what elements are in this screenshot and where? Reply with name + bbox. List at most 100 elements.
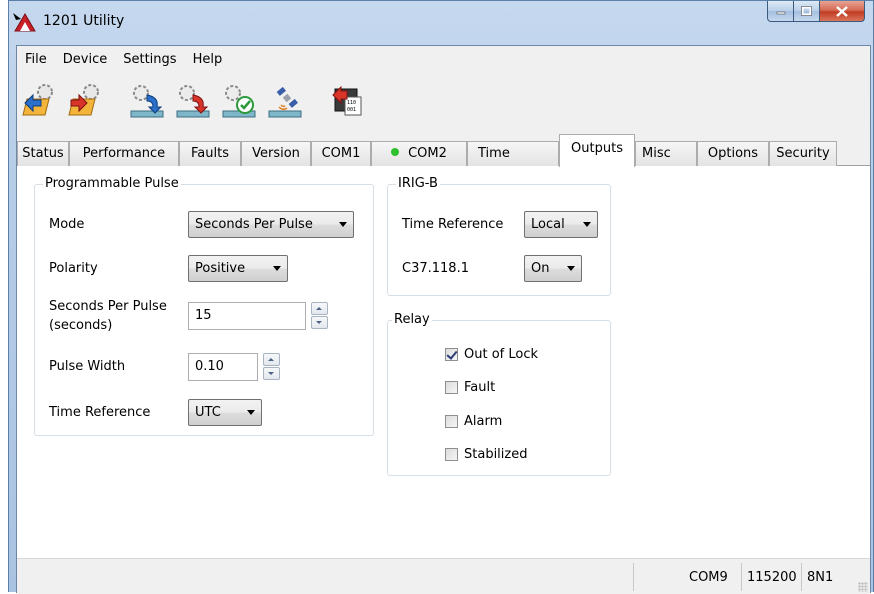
tab-version[interactable]: Version — [241, 141, 311, 166]
minimize-icon — [776, 11, 785, 15]
gear-download-icon — [176, 85, 210, 118]
tab-label: Faults — [191, 146, 229, 161]
tab-faults[interactable]: Faults — [179, 141, 241, 166]
c37-label: C37.118.1 — [402, 261, 469, 276]
pulse-width-input[interactable]: 0.10 — [188, 353, 258, 381]
spin-down-icon[interactable] — [311, 316, 328, 329]
connection-indicator-icon — [391, 148, 400, 156]
satellite-button[interactable] — [263, 79, 307, 123]
menu-settings[interactable]: Settings — [115, 50, 184, 70]
pulse-width-label: Pulse Width — [49, 359, 126, 374]
chevron-down-icon — [273, 266, 281, 271]
checkbox-icon — [445, 415, 458, 428]
irig-time-reference-value: Local — [531, 217, 565, 232]
minimize-button[interactable] — [767, 1, 794, 22]
c37-select[interactable]: On — [524, 255, 582, 282]
tab-label: Version — [252, 146, 300, 161]
app-window: 1201 Utility File Device Settings Help 1… — [8, 0, 874, 594]
maximize-icon — [801, 6, 812, 16]
firmware-button[interactable]: 110 001 — [325, 79, 369, 123]
save-config-button[interactable] — [63, 79, 107, 123]
checkbox-label: Stabilized — [464, 447, 528, 462]
seconds-per-pulse-stepper[interactable] — [311, 302, 328, 330]
status-port: COM9 — [689, 570, 728, 585]
pulse-width-stepper[interactable] — [263, 353, 280, 381]
tab-label: COM1 — [321, 146, 361, 161]
tab-time[interactable]: Time — [467, 141, 559, 166]
resize-grip-icon[interactable] — [858, 582, 868, 592]
seconds-per-pulse-label: Seconds Per Pulse — [49, 299, 167, 314]
group-title: IRIG-B — [396, 176, 440, 192]
spin-down-icon[interactable] — [263, 367, 280, 380]
time-reference-select[interactable]: UTC — [188, 399, 262, 426]
polarity-select[interactable]: Positive — [188, 255, 288, 282]
time-reference-value: UTC — [195, 405, 221, 420]
tab-options[interactable]: Options — [697, 141, 769, 166]
checkbox-icon — [445, 448, 458, 461]
mode-label: Mode — [49, 217, 85, 232]
chevron-down-icon — [583, 222, 591, 227]
gear-upload-icon — [130, 85, 164, 118]
maximize-button[interactable] — [794, 1, 820, 22]
tab-status[interactable]: Status — [17, 141, 69, 166]
time-reference-label: Time Reference — [49, 405, 151, 420]
seconds-unit-label: (seconds) — [49, 318, 113, 333]
input-value: 15 — [195, 308, 212, 323]
status-format: 8N1 — [807, 570, 834, 585]
c37-value: On — [531, 261, 550, 276]
mode-value: Seconds Per Pulse — [195, 217, 313, 232]
tab-misc[interactable]: Misc — [635, 141, 697, 166]
menu-device[interactable]: Device — [55, 50, 115, 70]
relay-fault-checkbox[interactable]: Fault — [445, 380, 495, 395]
title-bar[interactable]: 1201 Utility — [9, 1, 873, 45]
chevron-down-icon — [567, 266, 575, 271]
svg-text:001: 001 — [347, 107, 356, 113]
mode-select[interactable]: Seconds Per Pulse — [188, 211, 354, 238]
upload-device-button[interactable] — [125, 79, 169, 123]
group-title: Relay — [392, 312, 432, 328]
input-value: 0.10 — [195, 359, 224, 374]
programmable-pulse-group: Programmable Pulse Mode Seconds Per Puls… — [34, 176, 374, 436]
spin-up-icon[interactable] — [311, 302, 328, 315]
irig-time-reference-label: Time Reference — [402, 217, 504, 232]
app-logo-icon — [13, 13, 36, 32]
tab-security[interactable]: Security — [769, 141, 837, 166]
group-title: Programmable Pulse — [43, 176, 181, 192]
gear-folder-download-icon — [68, 84, 99, 116]
open-config-button[interactable] — [17, 79, 61, 123]
window-title: 1201 Utility — [43, 13, 125, 29]
status-divider — [741, 563, 742, 591]
checkbox-icon — [445, 381, 458, 394]
menu-help[interactable]: Help — [185, 50, 231, 70]
tab-outputs[interactable]: Outputs — [559, 134, 635, 167]
tab-performance[interactable]: Performance — [69, 141, 179, 166]
tab-label: Security — [776, 146, 830, 161]
checkbox-label: Out of Lock — [464, 347, 539, 362]
checkbox-checked-icon — [445, 348, 458, 361]
tab-com2[interactable]: COM2 — [371, 141, 467, 166]
firmware-chip-icon: 110 001 — [332, 85, 362, 116]
relay-stabilized-checkbox[interactable]: Stabilized — [445, 447, 527, 462]
gear-folder-upload-icon — [22, 84, 53, 116]
menu-file[interactable]: File — [17, 50, 55, 70]
tab-com1[interactable]: COM1 — [311, 141, 371, 166]
polarity-label: Polarity — [49, 261, 98, 276]
outputs-panel: Programmable Pulse Mode Seconds Per Puls… — [17, 166, 870, 558]
polarity-value: Positive — [195, 261, 246, 276]
relay-out-of-lock-checkbox[interactable]: Out of Lock — [445, 347, 538, 362]
svg-text:110: 110 — [347, 100, 356, 106]
chevron-down-icon — [247, 410, 255, 415]
tab-label: COM2 — [408, 146, 447, 161]
satellite-icon — [268, 86, 302, 118]
close-button[interactable] — [820, 1, 865, 22]
client-area: File Device Settings Help 110 001 Status… — [16, 45, 871, 594]
relay-group: Relay Out of Lock Fault Alarm Stabilized — [387, 312, 611, 476]
spin-up-icon[interactable] — [263, 353, 280, 366]
verify-device-button[interactable] — [217, 79, 261, 123]
seconds-per-pulse-input[interactable]: 15 — [188, 302, 306, 330]
download-device-button[interactable] — [171, 79, 215, 123]
irig-time-reference-select[interactable]: Local — [524, 211, 598, 238]
tab-label: Status — [22, 146, 64, 161]
relay-alarm-checkbox[interactable]: Alarm — [445, 414, 502, 429]
status-bar: COM9 115200 8N1 — [17, 558, 870, 594]
